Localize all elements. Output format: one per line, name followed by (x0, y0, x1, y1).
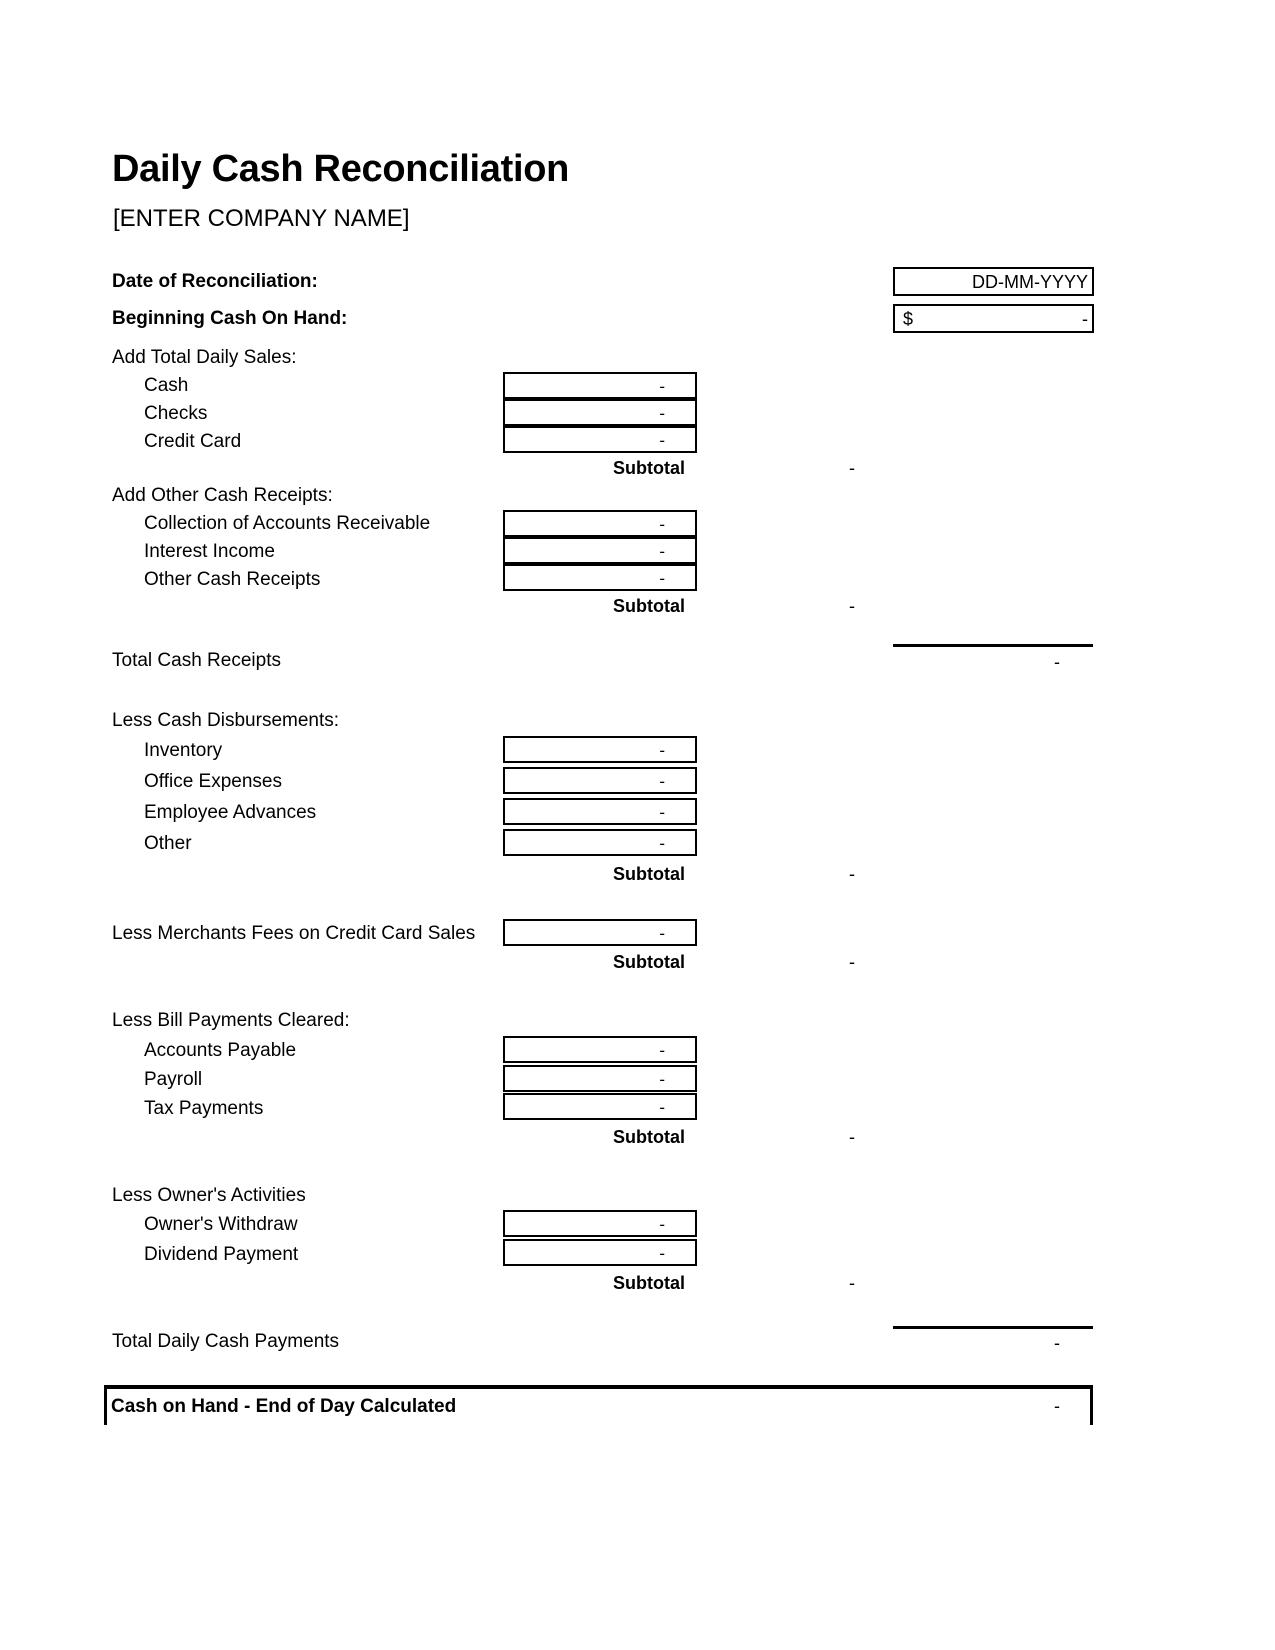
label-interest-income: Interest Income (144, 541, 275, 562)
subtotal-value-daily-sales: - (849, 458, 855, 478)
total-daily-payments-label: Total Daily Cash Payments (112, 1331, 340, 1352)
input-payroll[interactable]: - (503, 1065, 697, 1092)
label-payroll: Payroll (144, 1069, 203, 1090)
subtotal-value-other-receipts: - (849, 596, 855, 616)
label-accounts-payable: Accounts Payable (144, 1040, 297, 1061)
subtotal-value-merchant-fees: - (849, 952, 855, 972)
label-other-cash-receipts: Other Cash Receipts (144, 569, 321, 590)
value-payroll: - (659, 1070, 665, 1089)
daily-sales-heading: Add Total Daily Sales: (112, 347, 297, 368)
value-merchant-fees: - (659, 924, 665, 943)
input-accounts-payable[interactable]: - (503, 1036, 697, 1063)
label-inventory: Inventory (144, 740, 223, 761)
total-daily-payments-value: - (1054, 1333, 1060, 1353)
value-other-cash-receipts: - (659, 569, 665, 588)
total-cash-receipts-value: - (1054, 652, 1060, 672)
end-of-day-total-row: Cash on Hand - End of Day Calculated - (104, 1385, 1093, 1425)
value-other-disbursement: - (659, 834, 665, 853)
input-dividend-payment[interactable]: - (503, 1239, 697, 1266)
total-daily-payments-rule (893, 1326, 1093, 1329)
subtotal-label-daily-sales: Subtotal (613, 458, 685, 478)
end-of-day-right-edge (1090, 1389, 1093, 1425)
disbursements-heading: Less Cash Disbursements: (112, 710, 340, 731)
input-interest-income[interactable]: - (503, 537, 697, 564)
input-owners-withdraw[interactable]: - (503, 1210, 697, 1237)
page-title: Daily Cash Reconciliation (112, 148, 570, 190)
subtotal-label-bill-payments: Subtotal (613, 1127, 685, 1147)
input-other-cash-receipts[interactable]: - (503, 564, 697, 591)
label-other-disbursement: Other (144, 833, 192, 854)
label-credit-card: Credit Card (144, 431, 242, 452)
date-value: DD-MM-YYYY (972, 272, 1088, 292)
value-interest-income: - (659, 542, 665, 561)
label-office-expenses: Office Expenses (144, 771, 283, 792)
value-collection-accounts-receivable: - (659, 515, 665, 534)
value-accounts-payable: - (659, 1041, 665, 1060)
currency-symbol: $ (903, 309, 914, 329)
input-other-disbursement[interactable]: - (503, 829, 697, 856)
label-checks: Checks (144, 403, 208, 424)
beginning-cash-on-hand-label: Beginning Cash On Hand: (112, 308, 348, 329)
other-receipts-heading: Add Other Cash Receipts: (112, 485, 333, 506)
bill-payments-heading: Less Bill Payments Cleared: (112, 1010, 350, 1031)
input-cash[interactable]: - (503, 372, 697, 399)
label-tax-payments: Tax Payments (144, 1098, 264, 1119)
end-of-day-label: Cash on Hand - End of Day Calculated (111, 1396, 457, 1417)
input-credit-card[interactable]: - (503, 426, 697, 453)
subtotal-value-bill-payments: - (849, 1127, 855, 1147)
label-employee-advances: Employee Advances (144, 802, 317, 823)
input-employee-advances[interactable]: - (503, 798, 697, 825)
label-owners-withdraw: Owner's Withdraw (144, 1214, 298, 1235)
label-dividend-payment: Dividend Payment (144, 1244, 299, 1265)
input-checks[interactable]: - (503, 399, 697, 426)
subtotal-value-disbursements: - (849, 864, 855, 884)
subtotal-label-merchant-fees: Subtotal (613, 952, 685, 972)
input-merchant-fees[interactable]: - (503, 919, 697, 946)
value-employee-advances: - (659, 803, 665, 822)
subtotal-value-owner-activities: - (849, 1273, 855, 1293)
input-tax-payments[interactable]: - (503, 1093, 697, 1120)
end-of-day-value: - (1054, 1396, 1060, 1416)
value-dividend-payment: - (659, 1244, 665, 1263)
end-of-day-left-edge (104, 1389, 107, 1425)
beginning-cash-on-hand-input[interactable]: $ - (893, 304, 1094, 333)
date-of-reconciliation-label: Date of Reconciliation: (112, 271, 318, 292)
label-collection-accounts-receivable: Collection of Accounts Receivable (144, 513, 431, 534)
label-cash: Cash (144, 375, 189, 396)
input-office-expenses[interactable]: - (503, 767, 697, 794)
subtotal-label-owner-activities: Subtotal (613, 1273, 685, 1293)
input-collection-accounts-receivable[interactable]: - (503, 510, 697, 537)
total-cash-receipts-rule (893, 644, 1093, 647)
company-name-placeholder: [ENTER COMPANY NAME] (113, 205, 410, 232)
subtotal-label-other-receipts: Subtotal (613, 596, 685, 616)
value-tax-payments: - (659, 1098, 665, 1117)
value-cash: - (659, 377, 665, 396)
value-owners-withdraw: - (659, 1215, 665, 1234)
daily-cash-reconciliation-page: Daily Cash Reconciliation [ENTER COMPANY… (0, 0, 1275, 1650)
merchant-fees-label: Less Merchants Fees on Credit Card Sales (112, 923, 476, 944)
value-office-expenses: - (659, 772, 665, 791)
input-inventory[interactable]: - (503, 736, 697, 763)
value-credit-card: - (659, 431, 665, 450)
value-checks: - (659, 404, 665, 423)
value-inventory: - (659, 741, 665, 760)
owner-activities-heading: Less Owner's Activities (112, 1185, 306, 1206)
subtotal-label-disbursements: Subtotal (613, 864, 685, 884)
total-cash-receipts-label: Total Cash Receipts (112, 650, 281, 671)
beginning-cash-value: - (1082, 309, 1088, 329)
date-of-reconciliation-input[interactable]: DD-MM-YYYY (893, 267, 1094, 296)
